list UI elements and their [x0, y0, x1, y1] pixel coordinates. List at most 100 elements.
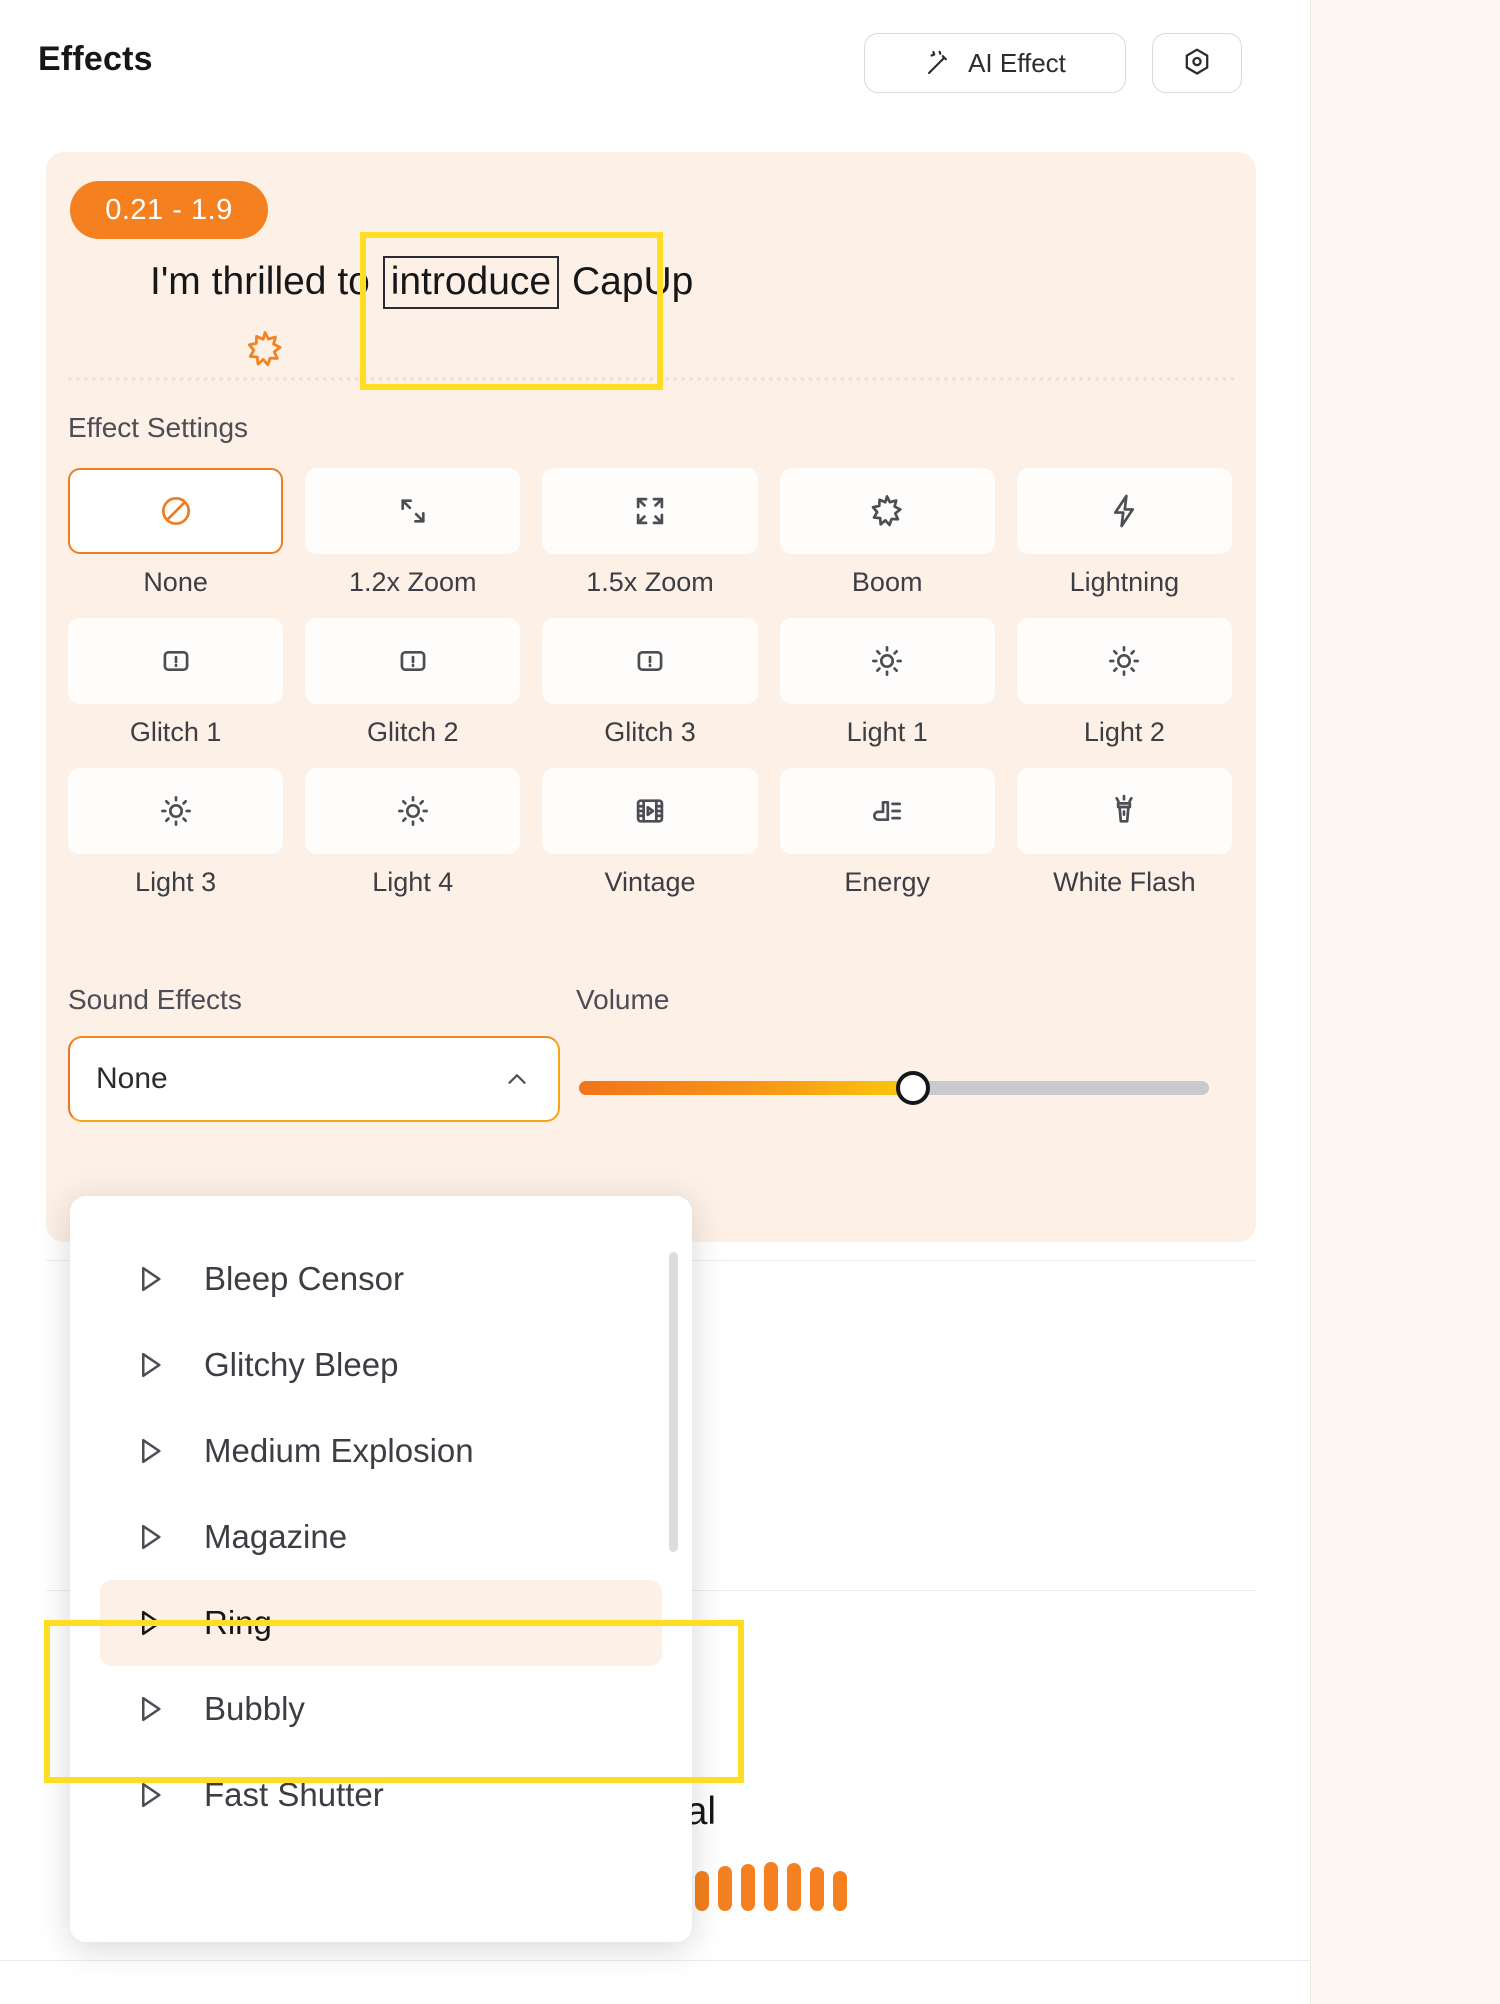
dropdown-item-label: Bleep Censor — [204, 1260, 404, 1297]
dropdown-item-glitchy-bleep[interactable]: Glitchy Bleep — [100, 1322, 662, 1408]
effect-tile-label: Glitch 3 — [604, 717, 696, 747]
effect-tile-light-1[interactable]: Light 1 — [779, 618, 995, 768]
effect-tile-box[interactable] — [779, 768, 995, 854]
alert-box-icon — [394, 642, 432, 680]
dropdown-item-bleep-censor[interactable]: Bleep Censor — [100, 1236, 662, 1322]
effect-tile-label: Energy — [844, 867, 930, 897]
burst-star-icon — [868, 492, 906, 530]
waveform-bar — [810, 1867, 824, 1911]
effect-tile-label: Light 3 — [135, 867, 217, 897]
effect-tile-label: Light 1 — [846, 717, 928, 747]
effect-tile-boom[interactable]: Boom — [779, 468, 995, 618]
effect-tile-label: 1.5x Zoom — [586, 567, 714, 597]
dropdown-item-bubbly[interactable]: Bubbly — [100, 1666, 662, 1752]
effect-tile-label: None — [143, 567, 208, 597]
sun-icon — [394, 792, 432, 830]
play-triangle-icon[interactable] — [132, 1605, 168, 1641]
sound-effects-select[interactable]: None — [68, 1036, 560, 1122]
dropdown-item-label: Glitchy Bleep — [204, 1346, 399, 1383]
effects-panel: Effects AI Effect 0.21 - 1.9 I'm thrille… — [0, 0, 1310, 2004]
effect-tile-white-flash[interactable]: White Flash — [1016, 768, 1232, 918]
waveform-bar — [764, 1862, 778, 1911]
effect-tile-box[interactable] — [542, 618, 758, 704]
play-triangle-icon[interactable] — [132, 1519, 168, 1555]
chevron-up-icon[interactable] — [502, 1064, 532, 1094]
effect-tile-box[interactable] — [68, 468, 284, 554]
effect-tile-box[interactable] — [779, 468, 995, 554]
effect-tile-box[interactable] — [779, 618, 995, 704]
effect-tile-box[interactable] — [1016, 618, 1232, 704]
dropdown-item-medium-explosion[interactable]: Medium Explosion — [100, 1408, 662, 1494]
waveform-bar — [787, 1863, 801, 1911]
sound-effects-dropdown[interactable]: Bleep Censor Glitchy Bleep Medium Explosio… — [70, 1196, 692, 1942]
effect-settings-button[interactable] — [1152, 33, 1242, 93]
effect-tile-label: Vintage — [604, 867, 696, 897]
effect-tile-box[interactable] — [542, 468, 758, 554]
effect-tile-label: White Flash — [1053, 867, 1196, 897]
effect-tile-box[interactable] — [1016, 768, 1232, 854]
alert-box-icon — [157, 642, 195, 680]
effect-tile-lightning[interactable]: Lightning — [1016, 468, 1232, 618]
waveform-bar — [741, 1864, 755, 1911]
effect-tile-box[interactable] — [305, 768, 521, 854]
panel-header: Effects AI Effect — [0, 0, 1310, 122]
effect-tile-box[interactable] — [542, 768, 758, 854]
dropdown-scrollbar[interactable] — [669, 1252, 678, 1552]
effect-settings-label: Effect Settings — [68, 412, 249, 443]
time-range-badge: 0.21 - 1.9 — [70, 181, 268, 239]
hexagon-settings-icon — [1180, 46, 1214, 80]
effect-tile-light-2[interactable]: Light 2 — [1016, 618, 1232, 768]
caption-after: CapUp — [561, 260, 694, 303]
effect-tile-light-3[interactable]: Light 3 — [68, 768, 284, 918]
app-root: Effects AI Effect 0.21 - 1.9 I'm thrille… — [0, 0, 1500, 2004]
ai-effect-label: AI Effect — [968, 47, 1066, 78]
dropdown-item-label: Fast Shutter — [204, 1776, 384, 1813]
boom-star-icon — [244, 328, 286, 370]
effect-tile-vintage[interactable]: Vintage — [542, 768, 758, 918]
effect-tile-energy[interactable]: Energy — [779, 768, 995, 918]
right-side-strip — [1310, 0, 1500, 2004]
sound-effects-label: Sound Effects — [68, 984, 242, 1015]
dropdown-item-label: Ring — [204, 1604, 272, 1641]
effect-tile-none[interactable]: None — [68, 468, 284, 618]
play-triangle-icon[interactable] — [132, 1261, 168, 1297]
effect-tile-box[interactable] — [305, 618, 521, 704]
effect-tile-1-2x-zoom[interactable]: 1.2x Zoom — [305, 468, 521, 618]
content-divider-3 — [0, 1960, 1310, 1961]
dropdown-item-fast-shutter[interactable]: Fast Shutter — [100, 1752, 662, 1838]
zoom-in-diagonal-icon — [394, 492, 432, 530]
effect-tile-glitch-1[interactable]: Glitch 1 — [68, 618, 284, 768]
volume-fill — [579, 1081, 913, 1095]
effect-tile-box[interactable] — [305, 468, 521, 554]
ai-effect-button[interactable]: AI Effect — [864, 33, 1126, 93]
effect-tile-glitch-2[interactable]: Glitch 2 — [305, 618, 521, 768]
sound-effects-option-list: Bleep Censor Glitchy Bleep Medium Explosio… — [70, 1196, 692, 1838]
dropdown-item-label: Medium Explosion — [204, 1432, 474, 1469]
energy-speed-icon — [868, 792, 906, 830]
sun-icon — [1105, 642, 1143, 680]
dropdown-item-ring[interactable]: Ring — [100, 1580, 662, 1666]
effect-tile-label: Lightning — [1069, 567, 1180, 597]
effect-tile-label: Light 4 — [372, 867, 454, 897]
caption-highlighted-word[interactable]: introduce — [382, 256, 560, 309]
dropdown-item-magazine[interactable]: Magazine — [100, 1494, 662, 1580]
volume-slider[interactable] — [579, 1068, 1209, 1108]
effect-tile-box[interactable] — [68, 618, 284, 704]
play-triangle-icon[interactable] — [132, 1691, 168, 1727]
effect-tiles-grid: None 1.2x Zoom 1.5x Zoom Boom Lightning Glitc… — [68, 468, 1232, 918]
effect-tile-box[interactable] — [1016, 468, 1232, 554]
waveform-bar — [718, 1866, 732, 1911]
play-triangle-icon[interactable] — [132, 1433, 168, 1469]
sound-effects-selected-value: None — [96, 1062, 168, 1095]
sun-icon — [868, 642, 906, 680]
effect-tile-glitch-3[interactable]: Glitch 3 — [542, 618, 758, 768]
play-triangle-icon[interactable] — [132, 1347, 168, 1383]
effect-tile-label: Glitch 1 — [129, 717, 222, 747]
play-triangle-icon[interactable] — [132, 1777, 168, 1813]
effect-tile-box[interactable] — [68, 768, 284, 854]
lightning-bolt-icon — [1105, 492, 1143, 530]
volume-thumb[interactable] — [895, 1071, 930, 1105]
sun-icon — [157, 792, 195, 830]
effect-tile-light-4[interactable]: Light 4 — [305, 768, 521, 918]
effect-tile-1-5x-zoom[interactable]: 1.5x Zoom — [542, 468, 758, 618]
